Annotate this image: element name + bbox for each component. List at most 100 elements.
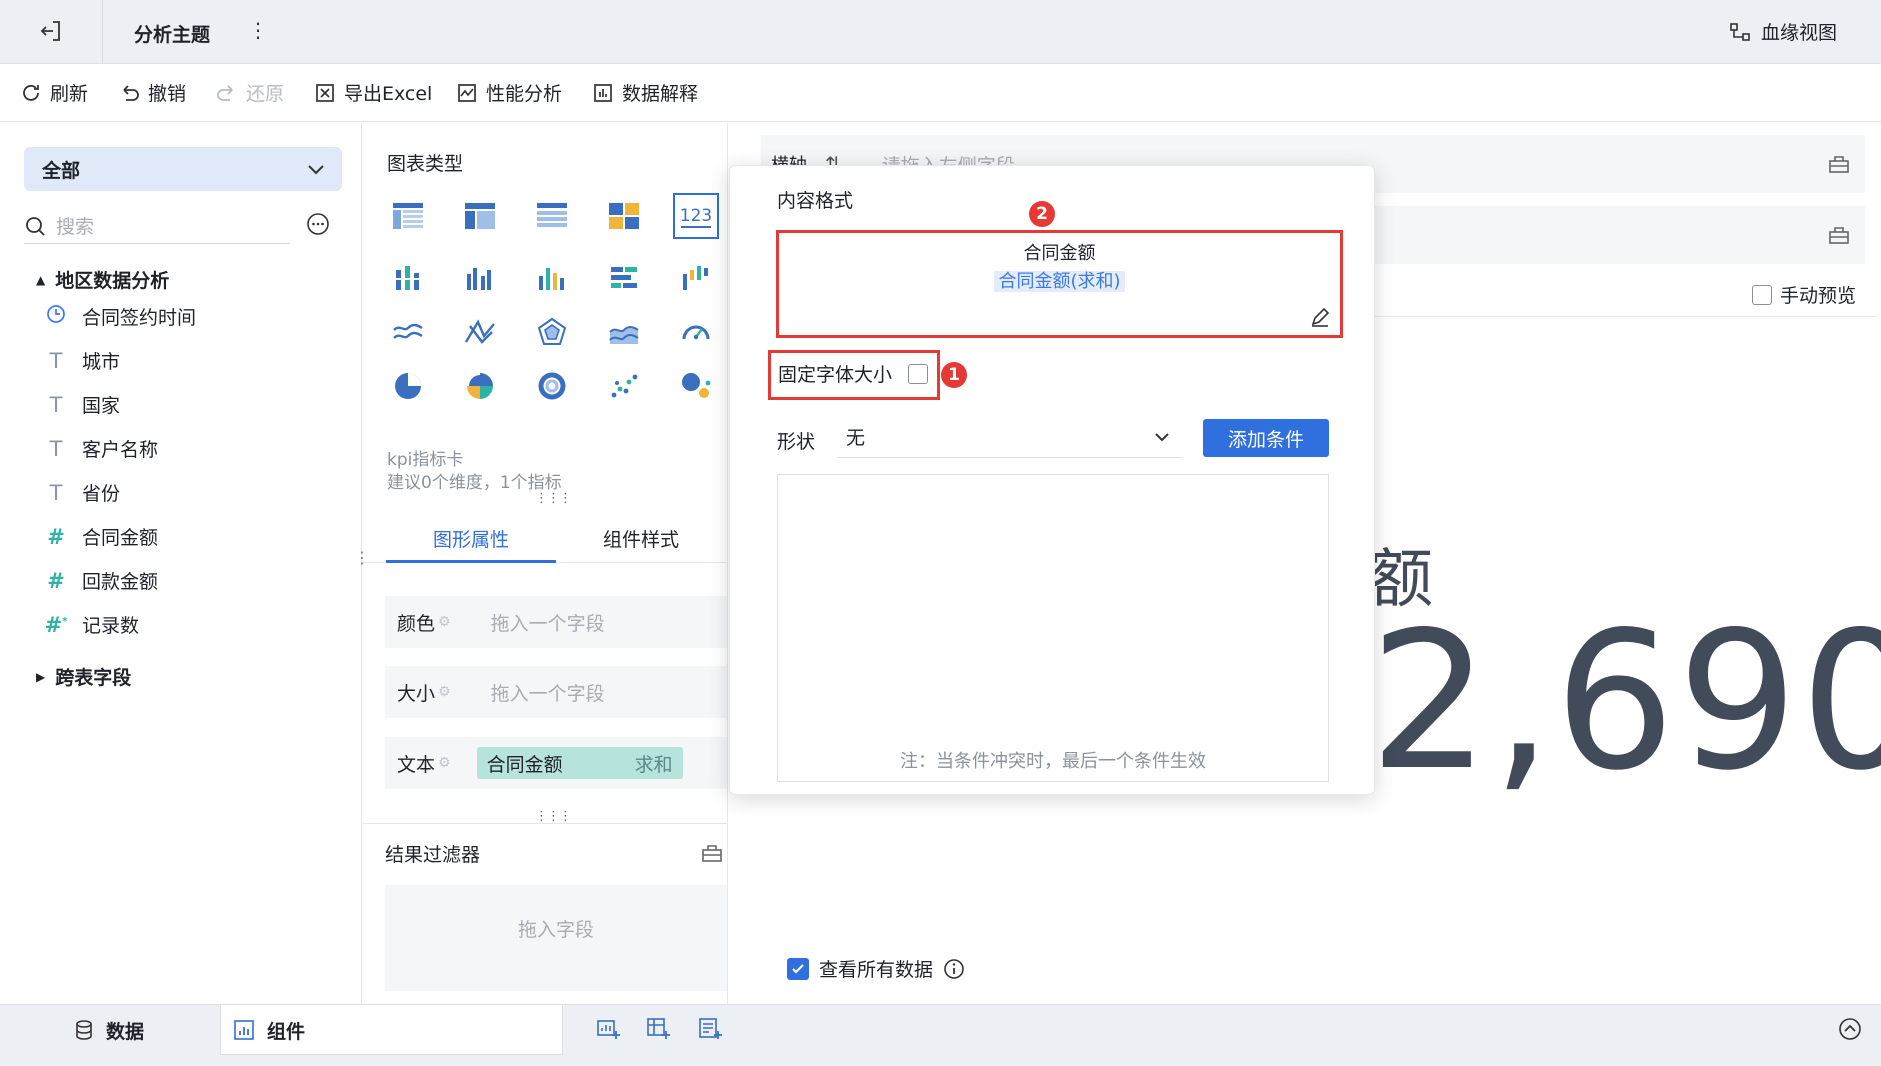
field-search[interactable]: 搜索 bbox=[24, 208, 290, 244]
field-label: 国家 bbox=[82, 395, 121, 417]
rose-chart-icon[interactable] bbox=[457, 363, 503, 409]
tab-data[interactable]: 数据 bbox=[74, 1005, 144, 1055]
tab-component[interactable]: 组件 bbox=[220, 1005, 563, 1055]
y-axis-settings-icon[interactable] bbox=[1813, 206, 1865, 264]
add-condition-button[interactable]: 添加条件 bbox=[1203, 419, 1329, 457]
data-explain-button[interactable]: 数据解释 bbox=[592, 79, 698, 106]
view-all-checkbox[interactable] bbox=[787, 957, 809, 980]
waterfall-icon[interactable] bbox=[673, 255, 719, 301]
horizontal-bar-icon[interactable] bbox=[601, 255, 647, 301]
shape-select[interactable]: 无 bbox=[838, 416, 1183, 458]
tab-component-label: 组件 bbox=[267, 1020, 306, 1043]
manual-preview-toggle[interactable]: 手动预览 bbox=[1751, 281, 1856, 308]
gear-icon[interactable]: ⚙ bbox=[438, 684, 451, 700]
explain-icon bbox=[594, 83, 612, 102]
field-label: 合同签约时间 bbox=[82, 307, 197, 329]
shape-label: 形状 bbox=[777, 431, 816, 453]
view-all-data-toggle[interactable]: 查看所有数据 bbox=[787, 955, 965, 982]
caret-down-icon: ▲ bbox=[36, 272, 46, 287]
bar-chart-icon[interactable] bbox=[529, 255, 575, 301]
refresh-icon bbox=[23, 84, 39, 101]
export-excel-button[interactable]: 导出Excel bbox=[314, 79, 432, 106]
resize-handle-icon[interactable]: ⋮⋮⋮ bbox=[535, 809, 572, 824]
group-cross-table[interactable]: ▶ 跨表字段 bbox=[36, 663, 131, 690]
field-label: 客户名称 bbox=[82, 439, 159, 461]
text-field-pill[interactable]: 合同金额 求和 bbox=[476, 747, 683, 779]
refresh-button[interactable]: 刷新 bbox=[20, 79, 88, 106]
kpi-card-icon[interactable]: 123 bbox=[673, 193, 719, 239]
detail-table-icon[interactable] bbox=[529, 193, 575, 239]
exit-icon[interactable] bbox=[38, 18, 64, 49]
selected-chart-name: kpi指标卡 bbox=[387, 450, 464, 470]
collapse-up-icon[interactable] bbox=[1838, 1017, 1862, 1046]
text-type-icon: T bbox=[49, 348, 63, 373]
field-item[interactable]: 合同签约时间 bbox=[44, 303, 196, 330]
tab-graphic-properties[interactable]: 图形属性 bbox=[433, 525, 509, 552]
table-chart-icon[interactable] bbox=[385, 193, 431, 239]
pie-chart-icon[interactable] bbox=[385, 363, 431, 409]
shape-value: 无 bbox=[846, 427, 866, 449]
field-item[interactable]: # 合同金额 bbox=[44, 523, 158, 550]
gear-icon[interactable]: ⚙ bbox=[438, 755, 451, 771]
text-type-icon: T bbox=[49, 436, 63, 461]
field-label: 记录数 bbox=[82, 615, 140, 637]
manual-preview-checkbox[interactable] bbox=[1751, 284, 1772, 305]
add-crosstab-icon[interactable] bbox=[646, 1017, 670, 1046]
x-axis-settings-icon[interactable] bbox=[1813, 135, 1865, 193]
scatter-chart-icon[interactable] bbox=[601, 363, 647, 409]
donut-chart-icon[interactable] bbox=[529, 363, 575, 409]
redo-button[interactable]: 还原 bbox=[216, 79, 284, 106]
number-type-icon: # bbox=[47, 524, 65, 549]
color-property[interactable]: 颜色 ⚙ 拖入一个字段 bbox=[385, 596, 727, 648]
line-chart-icon[interactable] bbox=[385, 309, 431, 355]
radar-chart-icon[interactable] bbox=[529, 309, 575, 355]
size-drop-zone[interactable]: 拖入一个字段 bbox=[491, 679, 605, 706]
filter-settings-icon[interactable] bbox=[701, 842, 723, 869]
filter-placeholder: 拖入字段 bbox=[517, 919, 594, 941]
top-bar: 分析主题 ⋮ 血缘视图 bbox=[0, 0, 1881, 64]
radar-line-icon[interactable] bbox=[457, 309, 503, 355]
field-item[interactable]: T 客户名称 bbox=[44, 435, 158, 462]
gauge-icon[interactable] bbox=[673, 309, 719, 355]
chart-type-title: 图表类型 bbox=[387, 153, 464, 175]
add-detail-table-icon[interactable] bbox=[698, 1017, 722, 1046]
manual-preview-label: 手动预览 bbox=[1779, 285, 1856, 307]
more-icon[interactable]: ⋮ bbox=[248, 18, 268, 42]
add-component-icon[interactable] bbox=[596, 1017, 620, 1046]
content-field-token[interactable]: 合同金额(求和) bbox=[994, 271, 1125, 292]
content-editor[interactable]: 合同金额 合同金额(求和) bbox=[782, 234, 1337, 334]
field-item[interactable]: T 城市 bbox=[44, 347, 120, 374]
lineage-view-button[interactable]: 血缘视图 bbox=[1729, 18, 1837, 45]
result-filter-drop-zone[interactable]: 拖入字段 bbox=[385, 885, 727, 991]
search-input[interactable]: 搜索 bbox=[56, 212, 94, 239]
info-icon[interactable] bbox=[943, 958, 965, 980]
undo-button[interactable]: 撤销 bbox=[118, 79, 186, 106]
edit-icon[interactable] bbox=[1309, 306, 1331, 328]
treemap-icon[interactable] bbox=[601, 193, 647, 239]
text-property[interactable]: 文本 ⚙ 合同金额 求和 bbox=[385, 737, 727, 789]
condition-note: 注：当条件冲突时，最后一个条件生效 bbox=[900, 751, 1206, 772]
stacked-bar-icon[interactable] bbox=[385, 255, 431, 301]
performance-analysis-button[interactable]: 性能分析 bbox=[456, 79, 562, 106]
grouped-bar-icon[interactable] bbox=[457, 255, 503, 301]
more-options-icon[interactable] bbox=[306, 212, 330, 241]
scope-select[interactable]: 全部 bbox=[24, 147, 342, 191]
cross-table-icon[interactable] bbox=[457, 193, 503, 239]
gear-icon[interactable]: ⚙ bbox=[438, 614, 451, 630]
data-explain-label: 数据解释 bbox=[622, 83, 699, 105]
color-drop-zone[interactable]: 拖入一个字段 bbox=[491, 609, 605, 636]
field-item[interactable]: T 省份 bbox=[44, 479, 120, 506]
fixed-font-checkbox[interactable] bbox=[908, 363, 929, 384]
refresh-label: 刷新 bbox=[50, 83, 89, 105]
bubble-chart-icon[interactable] bbox=[673, 363, 719, 409]
tab-component-style[interactable]: 组件样式 bbox=[603, 525, 679, 552]
field-item[interactable]: #* 记录数 bbox=[44, 611, 139, 638]
fixed-font-size-option[interactable]: 固定字体大小 bbox=[778, 360, 929, 387]
component-chart-icon bbox=[234, 1020, 254, 1040]
size-property[interactable]: 大小 ⚙ 拖入一个字段 bbox=[385, 666, 727, 718]
area-chart-icon[interactable] bbox=[601, 309, 647, 355]
field-item[interactable]: T 国家 bbox=[44, 391, 120, 418]
field-item[interactable]: # 回款金额 bbox=[44, 567, 158, 594]
resize-handle-icon[interactable]: ⋮⋮⋮ bbox=[535, 491, 572, 506]
group-region-analysis[interactable]: ▲ 地区数据分析 bbox=[36, 266, 169, 293]
